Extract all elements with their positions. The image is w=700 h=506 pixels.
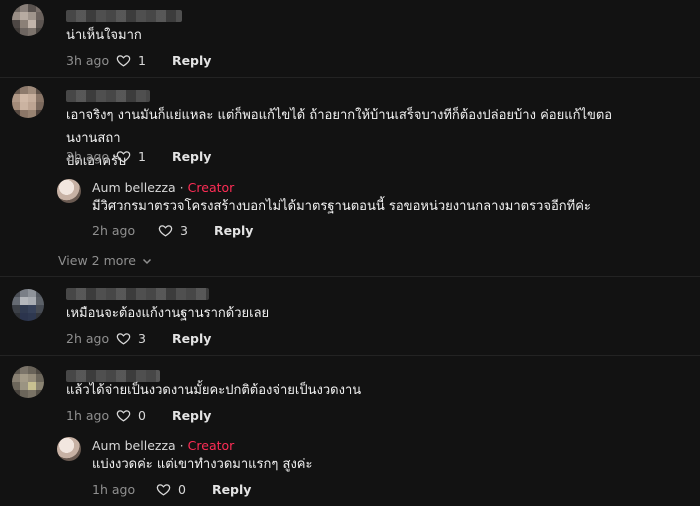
creator-avatar[interactable] [57,179,81,203]
username-blurred[interactable] [66,90,150,102]
like-button[interactable]: 1 [116,149,146,164]
avatar[interactable] [12,366,44,398]
timestamp: 2h ago [92,222,136,238]
like-button[interactable]: 1 [116,53,146,68]
like-count: 3 [180,222,188,238]
reply-button[interactable]: Reply [214,223,253,238]
comment-meta: 2h ago 3 Reply [66,328,211,348]
like-button[interactable]: 0 [156,482,186,497]
username-blurred[interactable] [66,288,209,300]
comment-text: แล้วได้จ่ายเป็นงวดงานมั้ยคะปกติต้องจ่ายเ… [66,383,362,398]
view-more-replies[interactable]: View 2 more [58,253,152,268]
creator-badge: Creator [187,438,235,453]
chevron-down-icon [142,258,151,264]
reply-author-line: Aum bellezza · Creator [92,438,234,453]
reply-button[interactable]: Reply [172,149,211,164]
avatar[interactable] [12,86,44,118]
timestamp: 2h ago [66,330,110,346]
like-button[interactable]: 3 [158,223,188,238]
creator-badge: Creator [187,180,235,195]
reply-author[interactable]: Aum bellezza [92,438,176,453]
reply-meta: 2h ago 3 Reply [92,220,253,240]
reply-button[interactable]: Reply [172,53,211,68]
like-count: 0 [178,481,186,497]
creator-avatar[interactable] [57,437,81,461]
heart-outline-icon [156,483,171,496]
separator-dot: · [179,438,184,453]
timestamp: 3h ago [66,52,110,68]
like-count: 3 [138,330,146,346]
timestamp: 1h ago [66,407,110,423]
reply-button[interactable]: Reply [212,482,251,497]
heart-outline-icon [116,150,131,163]
username-blurred[interactable] [66,10,182,22]
reply-text: มีวิศวกรมาตรวจโครงสร้างบอกไม่ได้มาตรฐานต… [92,199,591,214]
heart-outline-icon [116,54,131,67]
view-more-label: View 2 more [58,253,136,268]
timestamp: 1h ago [92,481,136,497]
divider [0,77,700,78]
reply-meta: 1h ago 0 Reply [92,479,251,499]
avatar[interactable] [12,289,44,321]
comment-meta: 1h ago 0 Reply [66,405,211,425]
reply-text: แบ่งงวดค่ะ แต่เขาทำงวดมาแรกๆ สูงค่ะ [92,457,313,472]
timestamp: 2h ago [66,148,110,164]
heart-outline-icon [116,409,131,422]
comment-text: เหมือนจะต้องแก้งานฐานรากด้วยเลย [66,306,270,321]
reply-author[interactable]: Aum bellezza [92,180,176,195]
like-button[interactable]: 0 [116,408,146,423]
comment-text: น่าเห็นใจมาก [66,28,142,43]
avatar[interactable] [12,4,44,36]
like-count: 1 [138,148,146,164]
heart-outline-icon [158,224,173,237]
like-button[interactable]: 3 [116,331,146,346]
comment-meta: 2h ago 1 Reply [66,146,211,166]
comment-meta: 3h ago 1 Reply [66,50,211,70]
like-count: 1 [138,52,146,68]
divider [0,355,700,356]
divider [0,276,700,277]
reply-button[interactable]: Reply [172,408,211,423]
reply-button[interactable]: Reply [172,331,211,346]
heart-outline-icon [116,332,131,345]
reply-author-line: Aum bellezza · Creator [92,180,234,195]
like-count: 0 [138,407,146,423]
separator-dot: · [179,180,184,195]
